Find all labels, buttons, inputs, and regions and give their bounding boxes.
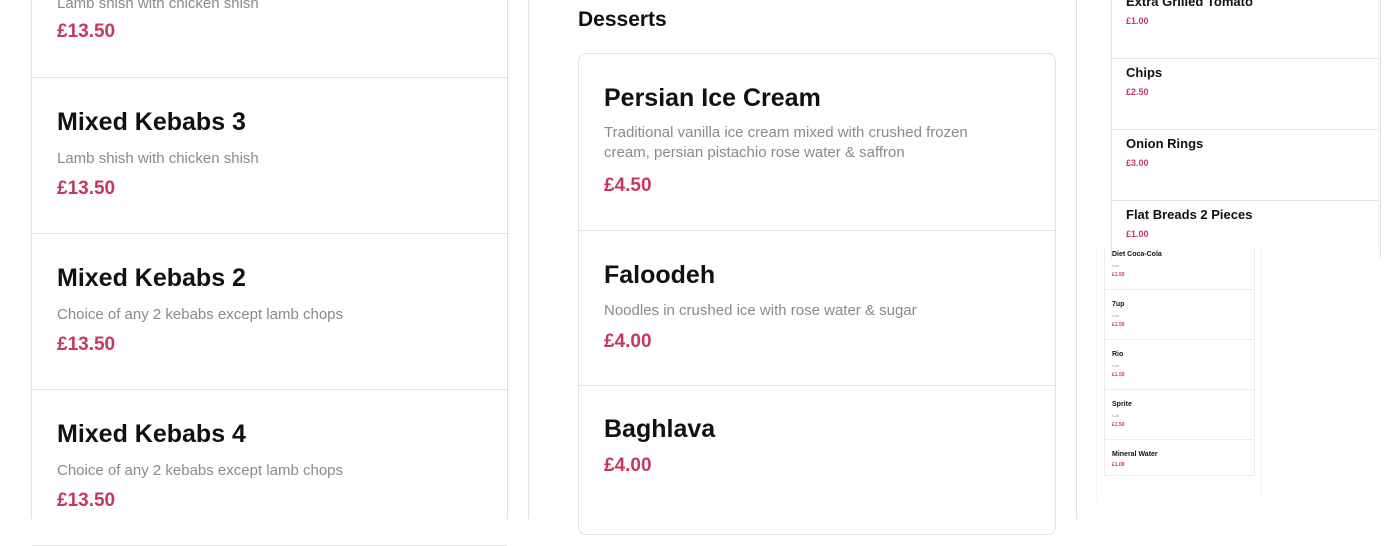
item-subtitle: Can bbox=[1112, 263, 1120, 268]
item-name: Faloodeh bbox=[604, 261, 716, 289]
item-price: £13.50 bbox=[57, 334, 116, 355]
menu-item-mixed-kebabs-2[interactable]: Mixed Kebabs 2 Choice of any 2 kebabs ex… bbox=[32, 234, 507, 390]
item-name: Sprite bbox=[1112, 401, 1132, 408]
drinks-list: Diet Coca-Cola Can £1.50 7up Can £1.50 R… bbox=[1104, 248, 1255, 476]
item-price: £1.50 bbox=[1112, 322, 1125, 328]
menu-item-faloodeh[interactable]: Faloodeh Noodles in crushed ice with ros… bbox=[579, 231, 1055, 386]
item-name: Persian Ice Cream bbox=[604, 84, 821, 112]
item-description: Lamb shish with chicken shish bbox=[57, 0, 259, 12]
drink-item-sprite[interactable]: Sprite Can £1.50 bbox=[1105, 390, 1254, 440]
item-price: £13.50 bbox=[57, 178, 116, 199]
panel-shadow bbox=[1378, 0, 1380, 248]
extra-item-chips[interactable]: Chips £2.50 bbox=[1112, 59, 1380, 130]
drink-item-7up[interactable]: 7up Can £1.50 bbox=[1105, 290, 1254, 340]
item-name: Mineral Water bbox=[1112, 451, 1158, 458]
item-description: Lamb shish with chicken shish bbox=[57, 150, 259, 167]
kebab-menu-list: Lamb shish with chicken shish £13.50 Mix… bbox=[31, 0, 508, 546]
item-price: £13.50 bbox=[57, 21, 116, 42]
extra-item-grilled-tomato[interactable]: Extra Grilled Tomato £1.00 bbox=[1112, 0, 1380, 59]
item-price: £1.00 bbox=[1126, 229, 1149, 239]
menu-item-baghlava[interactable]: Baghlava £4.00 bbox=[579, 386, 1055, 526]
item-name: Extra Grilled Tomato bbox=[1126, 0, 1253, 9]
item-price: £4.50 bbox=[604, 175, 652, 196]
item-name: Baghlava bbox=[604, 415, 716, 443]
item-price: £4.00 bbox=[604, 331, 652, 352]
item-price: £1.00 bbox=[1126, 16, 1149, 26]
item-name: Mixed Kebabs 2 bbox=[57, 264, 246, 292]
item-price: £3.00 bbox=[1126, 158, 1149, 168]
desserts-card: Persian Ice Cream Traditional vanilla ic… bbox=[578, 53, 1056, 535]
item-name: Rio bbox=[1112, 351, 1124, 358]
extra-item-onion-rings[interactable]: Onion Rings £3.00 bbox=[1112, 130, 1380, 201]
menu-item-mixed-kebabs-3[interactable]: Mixed Kebabs 3 Lamb shish with chicken s… bbox=[32, 78, 507, 234]
menu-item-mixed-kebabs-4[interactable]: Mixed Kebabs 4 Choice of any 2 kebabs ex… bbox=[32, 390, 507, 546]
item-description: Choice of any 2 kebabs except lamb chops bbox=[57, 462, 344, 479]
item-subtitle: Can bbox=[1112, 413, 1120, 418]
item-description: Traditional vanilla ice cream mixed with… bbox=[604, 124, 968, 161]
item-description: Choice of any 2 kebabs except lamb chops bbox=[57, 306, 344, 323]
desserts-section: Desserts Persian Ice Cream Traditional v… bbox=[528, 0, 1077, 535]
item-price: £1.50 bbox=[1112, 272, 1125, 278]
item-name: Mixed Kebabs 3 bbox=[57, 108, 246, 136]
item-name: Onion Rings bbox=[1126, 136, 1204, 151]
item-name: Mixed Kebabs 4 bbox=[57, 420, 246, 448]
item-price: £4.00 bbox=[604, 455, 652, 476]
item-name: Diet Coca-Cola bbox=[1112, 251, 1162, 258]
item-subtitle: Can bbox=[1112, 363, 1120, 368]
section-title-desserts: Desserts bbox=[578, 8, 667, 31]
extras-list: Extra Grilled Tomato £1.00 Chips £2.50 O… bbox=[1111, 0, 1381, 259]
drink-item-mineral-water[interactable]: Mineral Water £1.00 bbox=[1105, 440, 1254, 477]
item-price: £2.50 bbox=[1126, 87, 1149, 97]
menu-item-persian-ice-cream[interactable]: Persian Ice Cream Traditional vanilla ic… bbox=[579, 54, 1055, 231]
drink-item-diet-coca-cola[interactable]: Diet Coca-Cola Can £1.50 bbox=[1105, 248, 1254, 290]
item-subtitle: Can bbox=[1112, 313, 1120, 318]
item-price: £13.50 bbox=[57, 490, 116, 511]
item-name: Chips bbox=[1126, 65, 1163, 80]
item-price: £1.00 bbox=[1112, 462, 1125, 468]
item-name: 7up bbox=[1112, 301, 1125, 308]
drink-item-rio[interactable]: Rio Can £1.50 bbox=[1105, 340, 1254, 390]
item-description: Noodles in crushed ice with rose water &… bbox=[604, 302, 917, 319]
item-price: £1.50 bbox=[1112, 372, 1125, 378]
item-name: Flat Breads 2 Pieces bbox=[1126, 207, 1253, 222]
item-price: £1.50 bbox=[1112, 422, 1125, 428]
menu-item-partial[interactable]: Lamb shish with chicken shish £13.50 bbox=[32, 0, 507, 78]
